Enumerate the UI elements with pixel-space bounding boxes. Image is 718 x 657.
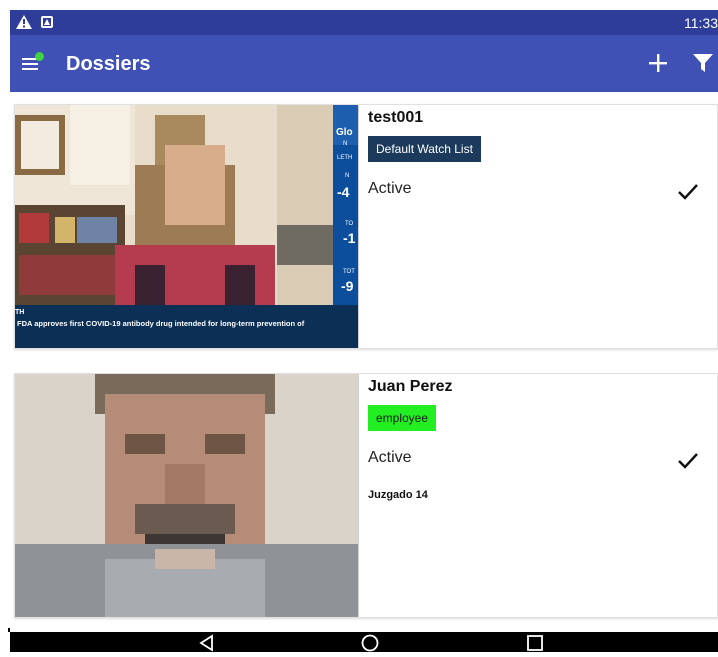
status-bar: 11:33	[10, 10, 718, 35]
recents-icon[interactable]	[526, 634, 544, 652]
dossier-status: Active	[368, 449, 412, 466]
dossier-card[interactable]: Juan Perez employee Active Juzgado 14	[14, 373, 718, 618]
navigation-bar	[10, 632, 718, 652]
app-bar: Dossiers	[10, 35, 718, 92]
photo-side-label: -4	[337, 184, 350, 200]
clock: 11:33	[684, 15, 718, 31]
employee-tag: employee	[368, 405, 437, 431]
photo-side-label: Glo	[336, 127, 353, 138]
photo-side-label: LETH	[337, 155, 352, 161]
notification-badge	[35, 52, 44, 61]
dossier-name: Juan Perez	[368, 378, 453, 395]
photo-side-label: -1	[343, 230, 356, 246]
notification-icon	[41, 16, 53, 28]
home-icon[interactable]	[361, 634, 379, 652]
filter-icon[interactable]	[692, 52, 714, 74]
photo-side-label: N	[343, 141, 347, 147]
dossier-name: test001	[368, 109, 424, 126]
page-title: Dossiers	[66, 53, 151, 75]
photo-side-label: N	[345, 173, 349, 179]
dossier-note: Juzgado 14	[368, 489, 428, 501]
dossier-status: Active	[368, 180, 412, 197]
checkmark-icon	[677, 183, 699, 201]
photo-ticker-text: FDA approves first COVID-19 antibody dru…	[17, 319, 305, 328]
add-icon[interactable]	[646, 51, 670, 75]
photo-side-label: -9	[341, 278, 354, 294]
dossier-card[interactable]: Glo N LETH N -4 TO -1 TOT -9 TH FDA appr…	[14, 104, 718, 349]
photo-side-label: TOT	[343, 269, 355, 275]
checkmark-icon	[677, 452, 699, 470]
watch-list-tag: Default Watch List	[368, 136, 481, 162]
dossier-photo: Glo N LETH N -4 TO -1 TOT -9 TH FDA appr…	[15, 105, 359, 348]
back-icon[interactable]	[198, 634, 216, 652]
screen-edge	[0, 0, 10, 652]
menu-icon[interactable]	[22, 52, 44, 72]
photo-side-label: TO	[345, 221, 354, 227]
dossier-photo	[15, 374, 359, 617]
photo-corner-label: TH	[15, 309, 24, 316]
